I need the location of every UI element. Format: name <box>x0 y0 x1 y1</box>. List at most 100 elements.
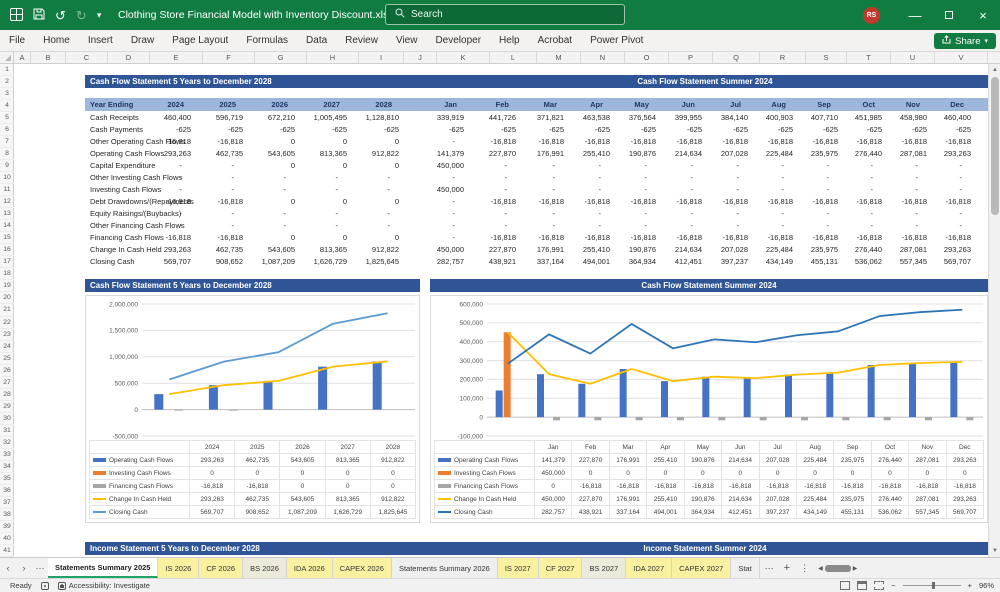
column-header-G[interactable]: G <box>255 52 307 63</box>
value-cell[interactable]: - <box>612 221 658 230</box>
value-cell[interactable]: - <box>795 161 840 170</box>
value-cell[interactable]: -16,818 <box>566 197 612 206</box>
value-cell[interactable]: - <box>929 221 973 230</box>
sheet-tab-statements-summary-2025[interactable]: Statements Summary 2025 <box>48 558 159 578</box>
value-cell[interactable]: - <box>840 209 884 218</box>
bar-financing-cash-flows[interactable] <box>677 417 684 421</box>
value-cell[interactable]: -16,818 <box>566 233 612 242</box>
bar-financing-cash-flows[interactable] <box>174 409 184 411</box>
value-cell[interactable]: -625 <box>245 125 297 134</box>
sheet-tab-is-2026[interactable]: IS 2026 <box>158 558 200 578</box>
value-cell[interactable]: -16,818 <box>795 137 840 146</box>
value-cell[interactable]: 399,955 <box>658 113 704 122</box>
value-cell[interactable]: - <box>297 221 349 230</box>
sheet-tab-is-2027[interactable]: IS 2027 <box>497 558 539 578</box>
avatar[interactable]: RS <box>863 6 880 24</box>
value-cell[interactable]: -16,818 <box>151 137 193 146</box>
value-cell[interactable]: -625 <box>612 125 658 134</box>
column-header-R[interactable]: R <box>760 52 806 63</box>
column-header-L[interactable]: L <box>490 52 537 63</box>
row-header-20[interactable]: 20 <box>0 292 14 305</box>
line-closing-cash[interactable] <box>507 308 963 365</box>
value-cell[interactable]: 337,164 <box>518 257 566 266</box>
value-cell[interactable]: - <box>151 161 193 170</box>
value-cell[interactable]: - <box>151 209 193 218</box>
ribbon-tab-review[interactable]: Review <box>336 30 387 51</box>
value-cell[interactable]: -16,818 <box>612 197 658 206</box>
value-cell[interactable]: -16,818 <box>704 197 750 206</box>
ribbon-tab-acrobat[interactable]: Acrobat <box>529 30 581 51</box>
bar-financing-cash-flows[interactable] <box>228 409 238 411</box>
value-cell[interactable]: - <box>401 233 466 242</box>
sheet-tab-statements-summary-2026[interactable]: Statements Summary 2026 <box>391 558 498 578</box>
column-header-O[interactable]: O <box>625 52 669 63</box>
tab-scroll-left-icon[interactable]: ◀ <box>818 565 823 572</box>
value-cell[interactable]: -625 <box>929 125 973 134</box>
value-cell[interactable]: - <box>704 173 750 182</box>
value-cell[interactable]: - <box>795 173 840 182</box>
value-cell[interactable]: - <box>658 209 704 218</box>
row-header-7[interactable]: 7 <box>0 136 14 149</box>
bar-operating-cash-flows[interactable] <box>702 376 710 418</box>
column-header-D[interactable]: D <box>108 52 150 63</box>
value-cell[interactable]: - <box>297 209 349 218</box>
bar-financing-cash-flows[interactable] <box>925 417 932 421</box>
sheet-next-button[interactable]: › <box>16 558 32 578</box>
column-header-K[interactable]: K <box>437 52 490 63</box>
ribbon-tab-help[interactable]: Help <box>490 30 529 51</box>
value-cell[interactable]: 293,263 <box>151 245 193 254</box>
column-header-cell[interactable]: 2028 <box>349 100 401 109</box>
undo-button[interactable]: ↺ <box>55 9 66 22</box>
value-cell[interactable]: - <box>704 185 750 194</box>
column-header-T[interactable]: T <box>847 52 891 63</box>
bar-financing-cash-flows[interactable] <box>594 417 602 421</box>
value-cell[interactable]: 214,634 <box>658 149 704 158</box>
value-cell[interactable]: -625 <box>193 125 245 134</box>
value-cell[interactable]: - <box>245 185 297 194</box>
value-cell[interactable]: 0 <box>245 137 297 146</box>
value-cell[interactable]: -16,818 <box>193 233 245 242</box>
row-label[interactable]: Investing Cash Flows <box>85 185 161 194</box>
legend-investing-cash-flows[interactable]: Investing Cash Flows <box>90 467 190 480</box>
value-cell[interactable]: - <box>884 173 929 182</box>
value-cell[interactable]: -625 <box>349 125 401 134</box>
value-cell[interactable]: - <box>193 209 245 218</box>
value-cell[interactable]: -16,818 <box>151 233 193 242</box>
value-cell[interactable]: 293,263 <box>929 245 973 254</box>
value-cell[interactable]: 0 <box>297 197 349 206</box>
bar-financing-cash-flows[interactable] <box>718 417 726 421</box>
cashflow-banner[interactable]: Cash Flow Statement 5 Years to December … <box>85 75 988 88</box>
ribbon-tab-formulas[interactable]: Formulas <box>237 30 297 51</box>
row-header-23[interactable]: 23 <box>0 329 14 341</box>
value-cell[interactable]: 0 <box>297 233 349 242</box>
value-cell[interactable]: 255,410 <box>566 149 612 158</box>
value-cell[interactable]: - <box>401 209 466 218</box>
value-cell[interactable]: -16,818 <box>466 197 518 206</box>
scroll-up-icon[interactable]: ▲ <box>989 64 1000 76</box>
value-cell[interactable]: - <box>466 173 518 182</box>
value-cell[interactable]: - <box>929 173 973 182</box>
row-label[interactable]: Change In Cash Held <box>85 245 162 254</box>
sheet-more-button[interactable]: ⋯ <box>760 558 779 578</box>
value-cell[interactable]: -16,818 <box>929 137 973 146</box>
row-header-2[interactable]: 2 <box>0 76 14 89</box>
value-cell[interactable]: 0 <box>297 137 349 146</box>
column-header-A[interactable]: A <box>14 52 31 63</box>
column-header-H[interactable]: H <box>307 52 359 63</box>
value-cell[interactable]: -625 <box>466 125 518 134</box>
value-cell[interactable]: 207,028 <box>704 149 750 158</box>
bar-financing-cash-flows[interactable] <box>883 417 891 421</box>
column-header-cell[interactable]: Jul <box>704 100 750 109</box>
column-header-cell[interactable]: Oct <box>840 100 884 109</box>
value-cell[interactable]: -16,818 <box>658 197 704 206</box>
column-header-cell[interactable]: Feb <box>466 100 518 109</box>
row-header-15[interactable]: 15 <box>0 232 14 245</box>
value-cell[interactable]: 536,062 <box>840 257 884 266</box>
value-cell[interactable]: - <box>795 209 840 218</box>
column-header-V[interactable]: V <box>935 52 988 63</box>
ribbon-tab-draw[interactable]: Draw <box>122 30 163 51</box>
value-cell[interactable]: -16,818 <box>518 197 566 206</box>
value-cell[interactable]: -16,818 <box>518 137 566 146</box>
value-cell[interactable]: - <box>840 173 884 182</box>
value-cell[interactable]: 450,000 <box>401 185 466 194</box>
